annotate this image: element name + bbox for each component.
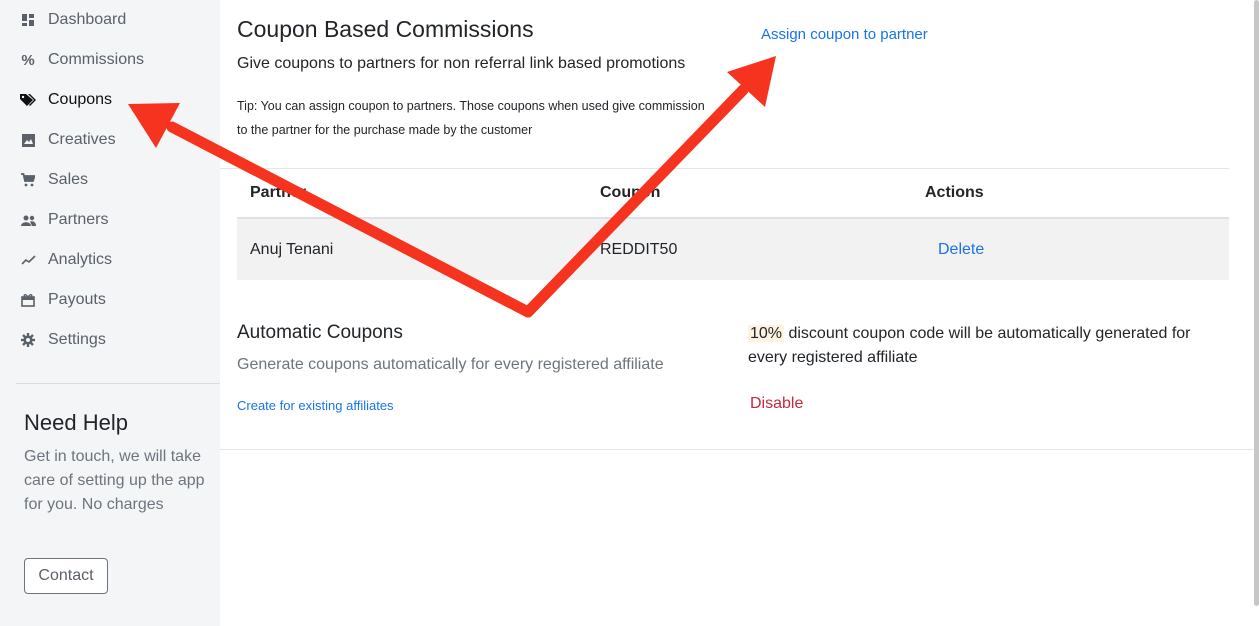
sidebar-item-label: Sales: [48, 171, 89, 188]
sidebar-item-analytics[interactable]: Analytics: [20, 247, 112, 273]
sidebar-item-dashboard[interactable]: Dashboard: [20, 7, 126, 33]
sidebar: Dashboard % Commissions Coupons Creative…: [0, 0, 220, 626]
sidebar-item-label: Dashboard: [48, 11, 127, 28]
cell-coupon: REDDIT50: [600, 241, 678, 258]
people-icon: [20, 212, 36, 228]
sidebar-item-label: Coupons: [48, 91, 113, 108]
section-divider: [220, 449, 1259, 450]
gift-icon: [20, 292, 36, 308]
main-content: Coupon Based Commissions Give coupons to…: [220, 0, 1259, 626]
cart-icon: [20, 172, 36, 188]
disable-button[interactable]: Disable: [750, 395, 803, 413]
cell-partner: Anuj Tenani: [250, 241, 334, 258]
contact-button[interactable]: Contact: [24, 558, 108, 594]
table-row: [237, 219, 1229, 280]
sidebar-item-coupons[interactable]: Coupons: [20, 87, 112, 113]
sidebar-item-label: Settings: [48, 331, 106, 348]
automatic-coupons-title: Automatic Coupons: [237, 322, 403, 343]
trending-icon: [20, 252, 36, 268]
sidebar-item-creatives[interactable]: Creatives: [20, 127, 116, 153]
column-header-actions: Actions: [925, 184, 984, 201]
sidebar-item-payouts[interactable]: Payouts: [20, 287, 106, 313]
sidebar-item-label: Partners: [48, 211, 109, 228]
gear-icon: [20, 332, 36, 348]
delete-button[interactable]: Delete: [938, 241, 984, 259]
automatic-coupons-description: Generate coupons automatically for every…: [237, 356, 664, 373]
help-title: Need Help: [24, 410, 128, 435]
table-divider: [220, 168, 1229, 169]
sidebar-item-label: Commissions: [48, 51, 145, 68]
sidebar-divider: [16, 383, 220, 384]
tip-text: Tip: You can assign coupon to partners. …: [237, 99, 705, 137]
column-header-partner: Partner: [250, 184, 307, 201]
page-subtitle: Give coupons to partners for non referra…: [237, 55, 686, 72]
create-for-existing-link[interactable]: Create for existing affiliates: [237, 398, 394, 413]
discount-value[interactable]: 10%: [748, 325, 785, 342]
sidebar-item-settings[interactable]: Settings: [20, 327, 106, 353]
sidebar-item-label: Creatives: [48, 131, 116, 148]
discount-description: discount coupon code will be automatical…: [748, 325, 1191, 366]
sidebar-item-partners[interactable]: Partners: [20, 207, 108, 233]
sidebar-item-label: Payouts: [48, 291, 106, 308]
image-icon: [20, 132, 36, 148]
sidebar-item-sales[interactable]: Sales: [20, 167, 88, 193]
percent-icon: %: [21, 51, 35, 69]
assign-coupon-link[interactable]: Assign coupon to partner: [761, 26, 928, 43]
tag-icon: [20, 92, 36, 108]
dashboard-icon: [20, 12, 36, 28]
column-header-coupon: Coupon: [600, 184, 661, 201]
help-text: Get in touch, we will take care of setti…: [24, 448, 205, 513]
page-title: Coupon Based Commissions: [237, 16, 534, 42]
app-window: Dashboard % Commissions Coupons Creative…: [0, 0, 1259, 626]
sidebar-item-label: Analytics: [48, 251, 113, 268]
scrollbar[interactable]: [1254, 0, 1259, 606]
discount-info: 10% discount coupon code will be automat…: [748, 322, 1228, 370]
sidebar-item-commissions[interactable]: % Commissions: [20, 47, 144, 73]
